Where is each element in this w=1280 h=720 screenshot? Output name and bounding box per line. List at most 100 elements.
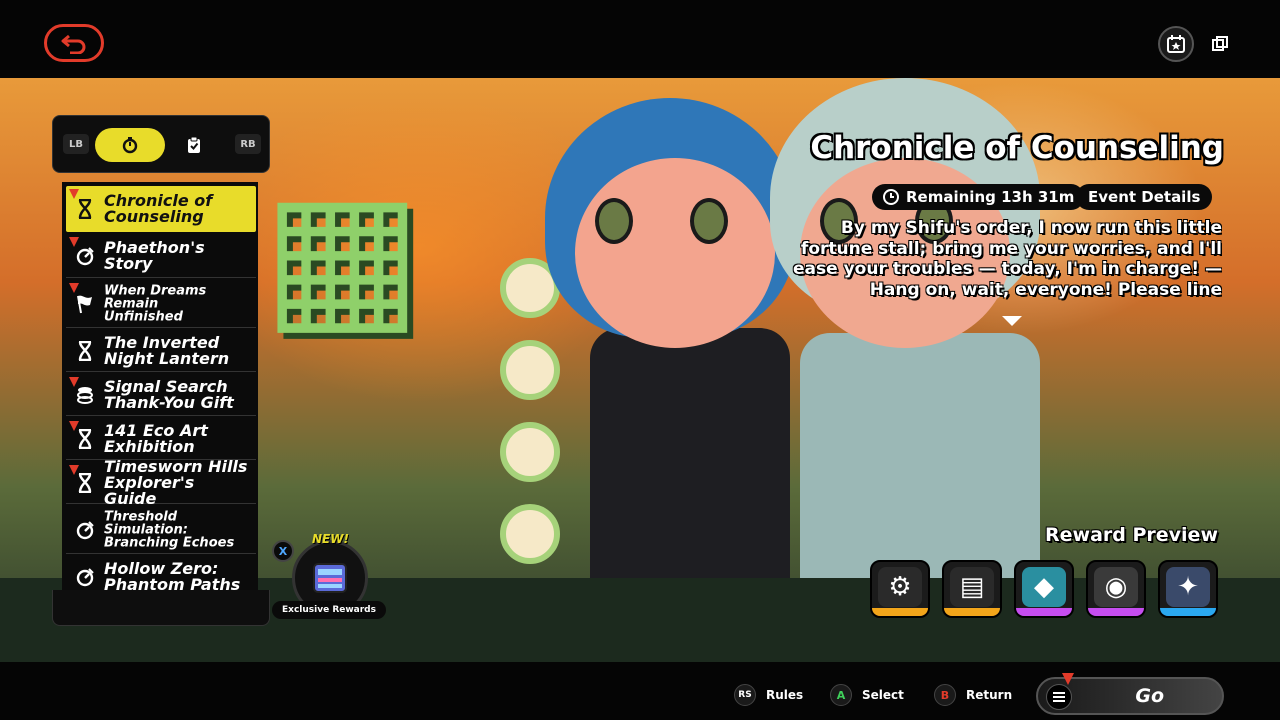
calendar-button[interactable] — [1158, 26, 1194, 62]
coins-icon — [74, 384, 96, 406]
event-list-item[interactable]: Phaethon's Story — [66, 234, 256, 278]
event-list: Chronicle of Counseling Phaethon's Story Whe… — [62, 182, 258, 622]
menu-button-hint[interactable] — [1046, 684, 1072, 710]
event-list-footer — [52, 590, 270, 626]
event-list-item[interactable]: Threshold Simulation: Branching Echoes — [66, 506, 256, 554]
event-list-item-line: Exhibition — [104, 436, 195, 456]
remaining-time-text: Remaining 13h 31m — [906, 188, 1075, 206]
prompt-button-hint: A — [830, 684, 852, 706]
timer-arrow-icon — [74, 245, 96, 267]
exclusive-rewards-label: Exclusive Rewards — [272, 601, 386, 619]
prompt-label: Select — [862, 688, 904, 702]
go-button[interactable]: Go — [1036, 673, 1224, 715]
sign-circle-art — [500, 504, 560, 564]
event-list-item-label: Timesworn Hills Explorer's Guide — [104, 458, 252, 508]
back-arrow-icon — [61, 34, 86, 54]
event-list-item-label: The Inverted Night Lantern — [104, 334, 252, 368]
reward-item[interactable]: ◆ — [1014, 560, 1074, 618]
event-list-item-label: Threshold Simulation: Branching Echoes — [104, 510, 252, 549]
go-label: Go — [1135, 685, 1164, 707]
x-button-hint[interactable]: X — [272, 540, 294, 562]
event-title: Chronicle of Counseling — [810, 130, 1224, 166]
clock-icon — [883, 189, 899, 205]
rarity-bar — [1160, 608, 1216, 616]
prompt-button-hint: B — [934, 684, 956, 706]
event-list-item-label: Phaethon's Story — [104, 239, 252, 273]
disc-icon: ✦ — [1177, 572, 1199, 602]
reward-item[interactable]: ▤ — [942, 560, 1002, 618]
menu-icon — [1053, 692, 1065, 702]
reward-item[interactable]: ◉ — [1086, 560, 1146, 618]
prompt-select[interactable]: A Select — [830, 684, 904, 706]
rarity-bar — [872, 608, 928, 616]
character-a-body-art — [590, 328, 790, 618]
event-list-item[interactable]: When Dreams Remain Unfinished — [66, 280, 256, 328]
event-list-item-line: Story — [104, 253, 153, 273]
hourglass-icon — [74, 428, 96, 450]
event-list-item-label: Chronicle of Counseling — [104, 193, 252, 225]
flag-icon — [74, 293, 96, 315]
remaining-time-badge: Remaining 13h 31m — [872, 184, 1085, 210]
window-toggle-button[interactable] — [1202, 26, 1238, 62]
sign-circle-art — [500, 340, 560, 400]
notification-pin-icon — [69, 283, 79, 293]
card-pack-icon — [313, 563, 347, 593]
event-list-item-line: Thank-You Gift — [104, 392, 234, 412]
event-list-item[interactable]: The Inverted Night Lantern — [66, 330, 256, 372]
prompt-return[interactable]: B Return — [934, 684, 1012, 706]
event-list-item[interactable]: 141 Eco Art Exhibition — [66, 418, 256, 460]
notification-pin-icon — [1062, 673, 1074, 685]
event-list-item-line: Unfinished — [104, 309, 183, 324]
hourglass-icon — [74, 472, 96, 494]
event-list-item[interactable]: Signal Search Thank-You Gift — [66, 374, 256, 416]
reward-item[interactable]: ✦ — [1158, 560, 1218, 618]
event-list-item-label: When Dreams Remain Unfinished — [104, 284, 252, 323]
character-a-eye-art — [690, 198, 728, 244]
reward-item[interactable]: ⚙ — [870, 560, 930, 618]
tab-missions[interactable] — [159, 128, 229, 162]
sign-circle-art — [500, 422, 560, 482]
event-list-item[interactable]: Chronicle of Counseling — [66, 186, 256, 232]
event-list-item[interactable]: Timesworn Hills Explorer's Guide — [66, 458, 256, 508]
prompt-label: Return — [966, 688, 1013, 702]
event-description[interactable]: By my Shifu's order, I now run this litt… — [792, 218, 1222, 310]
prompt-rules[interactable]: RS Rules — [734, 684, 803, 706]
category-tab-bar: LB RB — [52, 115, 270, 173]
new-badge: NEW! — [312, 532, 349, 546]
window-toggle-icon — [1212, 36, 1228, 51]
timer-arrow-icon — [74, 566, 96, 588]
rarity-bar — [944, 608, 1000, 616]
top-bar — [0, 0, 1280, 78]
crystal-icon: ◆ — [1034, 572, 1054, 602]
character-a-eye-art — [595, 198, 633, 244]
event-details-button[interactable]: Event Details — [1076, 184, 1213, 210]
prompt-label: Rules — [766, 688, 804, 702]
reward-preview-title: Reward Preview — [1045, 524, 1218, 546]
stopwatch-icon — [122, 137, 138, 154]
tab-timed-events[interactable] — [95, 128, 165, 162]
rb-button-hint[interactable]: RB — [235, 134, 261, 154]
event-list-item-label: Hollow Zero: Phantom Paths — [104, 560, 252, 593]
scroll-down-icon[interactable] — [1002, 316, 1022, 326]
event-details-label: Event Details — [1088, 188, 1201, 206]
back-button[interactable] — [44, 24, 104, 62]
prompt-button-hint: RS — [734, 684, 756, 706]
rarity-bar — [1016, 608, 1072, 616]
hourglass-icon — [74, 340, 96, 362]
calendar-star-icon — [1167, 35, 1185, 53]
rarity-bar — [1088, 608, 1144, 616]
engine-part-icon: ⚙ — [888, 572, 912, 602]
character-a-face-art — [575, 158, 775, 348]
timer-arrow-icon — [74, 519, 96, 541]
bangboo-icon: ◉ — [1104, 572, 1128, 602]
event-list-item-line: Explorer's Guide — [104, 472, 195, 508]
event-list-item-line: Counseling — [104, 207, 204, 226]
event-list-item-line: Branching Echoes — [104, 535, 235, 550]
event-list-item-label: 141 Eco Art Exhibition — [104, 422, 252, 456]
film-card-icon: ▤ — [959, 572, 985, 602]
event-list-item-line: Night Lantern — [104, 348, 230, 368]
lb-button-hint[interactable]: LB — [63, 134, 89, 154]
event-list-item-label: Signal Search Thank-You Gift — [104, 378, 252, 412]
hourglass-icon — [74, 198, 96, 220]
clipboard-check-icon — [188, 136, 200, 153]
